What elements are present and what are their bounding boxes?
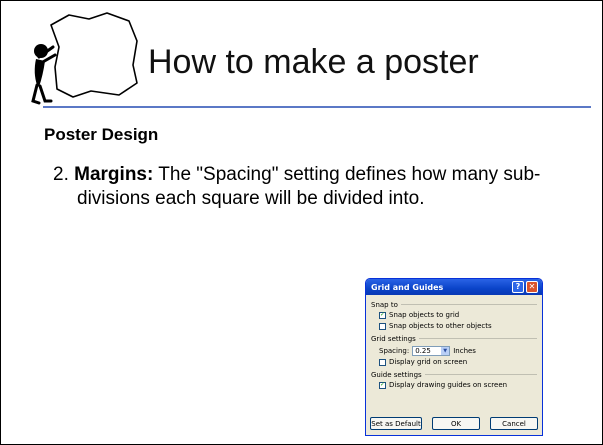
section-heading: Poster Design (44, 125, 159, 144)
item-number: 2. (53, 164, 69, 185)
dialog-titlebar[interactable]: Grid and Guides ? ✕ (366, 279, 542, 295)
snap-to-group: Snap to (371, 300, 537, 309)
slide: How to make a poster Poster Design 2. Ma… (0, 0, 603, 445)
spacing-input[interactable]: 0.25 ▼ (412, 345, 451, 356)
item-term: Margins: (74, 164, 154, 185)
set-as-default-button[interactable]: Set as Default (370, 417, 422, 430)
spacing-value: 0.25 (415, 346, 431, 355)
checkbox-label: Snap objects to grid (389, 311, 460, 319)
person-holding-sign-icon (31, 12, 138, 105)
list-item: 2. Margins: The "Spacing" setting define… (53, 163, 573, 211)
ok-button[interactable]: OK (432, 417, 480, 430)
checkbox-label: Display drawing guides on screen (389, 381, 508, 389)
checkbox-icon[interactable] (379, 322, 386, 330)
checkbox-checked-icon[interactable]: ✓ (379, 381, 386, 389)
checkbox-label: Display grid on screen (389, 358, 468, 366)
snap-to-grid-checkbox[interactable]: ✓ Snap objects to grid (379, 310, 537, 320)
checkbox-label: Snap objects to other objects (389, 322, 492, 330)
dialog-title: Grid and Guides (371, 282, 444, 292)
spacing-label: Spacing: (379, 346, 410, 355)
help-icon[interactable]: ? (512, 281, 524, 293)
display-grid-checkbox[interactable]: Display grid on screen (379, 357, 537, 367)
group-label: Snap to (371, 300, 398, 309)
close-icon[interactable]: ✕ (526, 281, 538, 293)
title-divider (43, 106, 591, 108)
spacing-unit: Inches (453, 346, 476, 355)
snap-to-objects-checkbox[interactable]: Snap objects to other objects (379, 321, 537, 331)
dropdown-arrow-icon[interactable]: ▼ (441, 346, 450, 355)
spacing-row: Spacing: 0.25 ▼ Inches (379, 345, 537, 356)
dialog-footer: Set as Default OK Cancel (370, 417, 538, 430)
group-label: Grid settings (371, 334, 416, 343)
group-label: Guide settings (371, 370, 422, 379)
cancel-button[interactable]: Cancel (490, 417, 538, 430)
guide-settings-group: Guide settings (371, 370, 537, 379)
grid-settings-group: Grid settings (371, 334, 537, 343)
slide-title: How to make a poster (148, 43, 479, 81)
display-guides-checkbox[interactable]: ✓ Display drawing guides on screen (379, 380, 537, 390)
checkbox-icon[interactable] (379, 358, 386, 366)
checkbox-checked-icon[interactable]: ✓ (379, 311, 386, 319)
grid-and-guides-dialog: Grid and Guides ? ✕ Snap to ✓ Snap objec… (365, 278, 543, 436)
